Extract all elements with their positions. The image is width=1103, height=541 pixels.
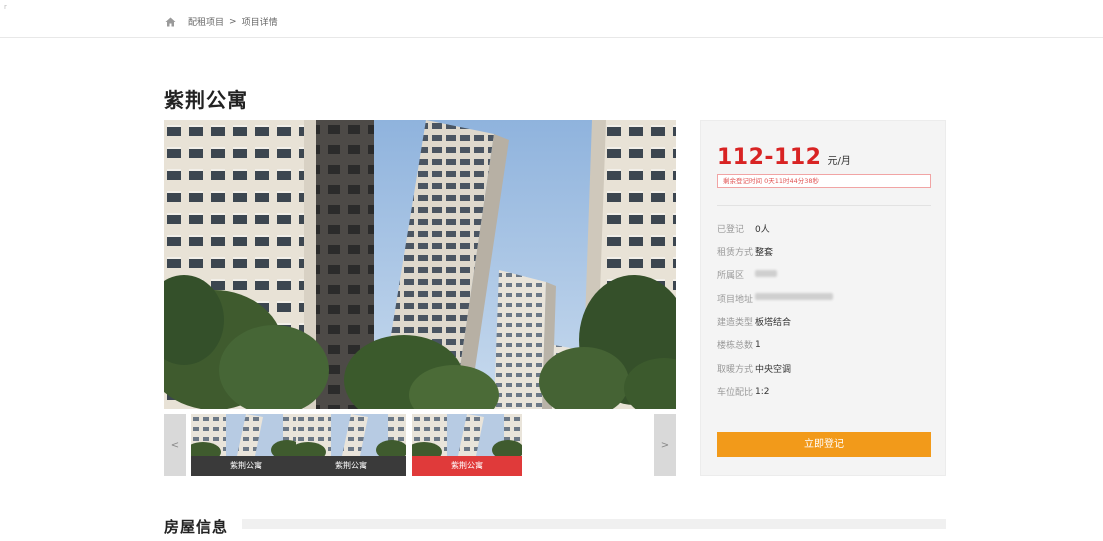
thumbnail-2[interactable]: 紫荆公寓 [296, 414, 406, 476]
thumbnail-1[interactable]: 紫荆公寓 [191, 414, 301, 476]
attribute-label: 建造类型 [717, 318, 754, 329]
divider [717, 205, 931, 206]
attribute-row-building-type: 建造类型 板塔结合 [717, 317, 833, 329]
main-photo [164, 120, 676, 409]
price-unit: 元/月 [827, 156, 851, 167]
attribute-row-parking-ratio: 车位配比 1:2 [717, 386, 833, 399]
rent-price: 112-112 元/月 [717, 145, 851, 170]
section-divider-bar [242, 519, 946, 529]
thumbnail-strip: < 紫荆公寓 紫荆公寓 紫荆公寓 > [164, 414, 676, 476]
attribute-value: 1 [755, 339, 761, 350]
thumbnail-label: 紫荆公寓 [412, 456, 522, 476]
breadcrumb-separator: > [229, 16, 237, 27]
attribute-label: 所属区 [717, 271, 745, 282]
thumbnail-image [296, 414, 406, 456]
attribute-value: 整套 [755, 247, 774, 258]
register-now-button[interactable]: 立即登记 [717, 432, 931, 457]
thumbnail-image [191, 414, 301, 456]
attribute-label: 车位配比 [717, 388, 754, 399]
attribute-value: 板塔结合 [755, 318, 792, 329]
thumbnail-label: 紫荆公寓 [296, 456, 406, 476]
gallery-prev-button[interactable]: < [164, 414, 186, 476]
breadcrumb: 配租项目 > 项目详情 [165, 15, 278, 28]
top-bar: r 配租项目 > 项目详情 [0, 0, 1103, 38]
attribute-row-district: 所属区 [717, 269, 833, 282]
attribute-value: 1:2 [755, 386, 770, 397]
thumbnail-image [412, 414, 522, 456]
attribute-value: 0人 [755, 224, 770, 235]
attribute-label: 租赁方式 [717, 247, 754, 258]
attribute-label: 取暖方式 [717, 364, 754, 375]
breadcrumb-item-rental-projects[interactable]: 配租项目 [188, 15, 224, 28]
attribute-row-rental-mode: 租赁方式 整套 [717, 246, 833, 258]
attribute-value: 中央空调 [755, 364, 792, 375]
thumbnail-3-active[interactable]: 紫荆公寓 [412, 414, 522, 476]
attribute-row-address: 项目地址 [717, 293, 833, 305]
home-icon[interactable] [165, 17, 176, 27]
thumbnail-label: 紫荆公寓 [191, 456, 301, 476]
attribute-value-redacted [755, 269, 777, 280]
registration-countdown: 剩余登记时间 0天11时44分38秒 [717, 174, 931, 188]
attribute-row-building-count: 楼栋总数 1 [717, 339, 833, 352]
page-title: 紫荆公寓 [164, 88, 248, 112]
project-info-panel: 112-112 元/月 剩余登记时间 0天11时44分38秒 已登记 0人 租赁… [700, 120, 946, 476]
attribute-list: 已登记 0人 租赁方式 整套 所属区 项目地址 建造类型 板塔结合 楼栋总数 1… [717, 223, 833, 410]
attribute-value-redacted [755, 293, 833, 303]
attribute-row-heating: 取暖方式 中央空调 [717, 363, 833, 375]
attribute-label: 楼栋总数 [717, 341, 754, 352]
breadcrumb-item-project-detail: 项目详情 [241, 18, 278, 28]
gallery-next-button[interactable]: > [654, 414, 676, 476]
attribute-row-registered: 已登记 0人 [717, 223, 833, 235]
section-title-housing-info: 房屋信息 [164, 518, 229, 536]
attribute-label: 项目地址 [717, 294, 754, 305]
price-value: 112-112 [717, 145, 822, 170]
attribute-label: 已登记 [717, 224, 745, 235]
corner-mark: r [4, 3, 7, 11]
